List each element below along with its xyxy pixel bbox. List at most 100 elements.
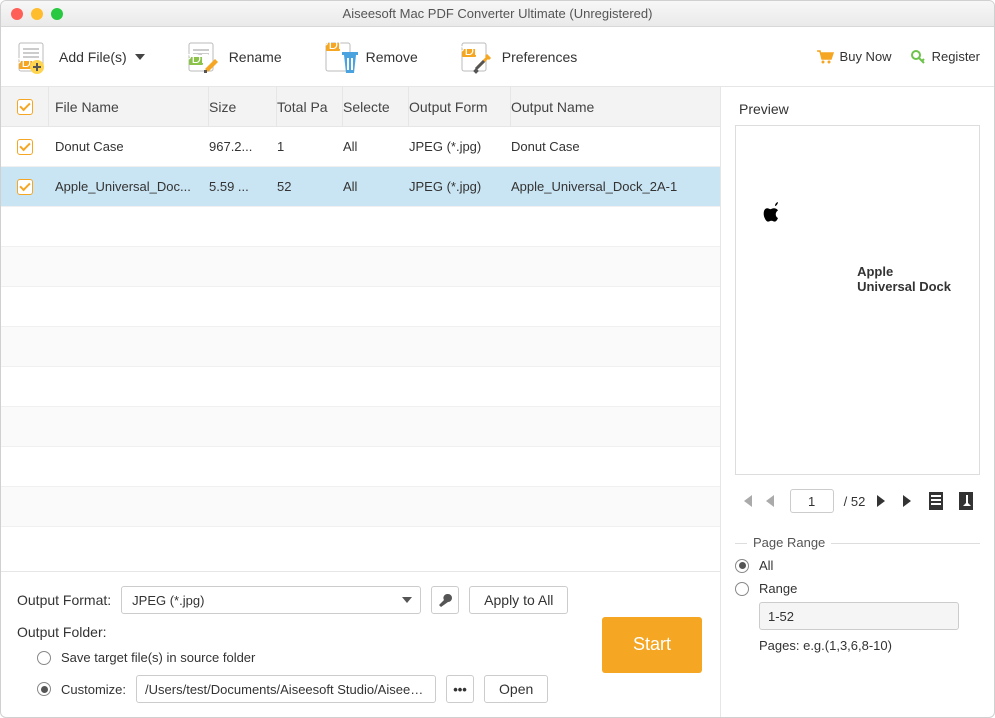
customize-label: Customize: [61,682,126,697]
svg-text:PDF: PDF [458,43,482,58]
empty-row [1,327,720,367]
table-row[interactable]: Donut Case 967.2... 1 All JPEG (*.jpg) D… [1,127,720,167]
apply-to-all-button[interactable]: Apply to All [469,586,568,614]
page-range-range-label: Range [759,581,797,596]
header-total-pages[interactable]: Total Pa [277,87,343,126]
add-file-icon: PDF [15,39,51,75]
header-size[interactable]: Size [209,87,277,126]
customize-option[interactable]: Customize: /Users/test/Documents/Aiseeso… [37,675,704,703]
last-page-button[interactable] [901,493,917,509]
remove-button[interactable]: PDF Remove [322,39,418,75]
save-in-source-label: Save target file(s) in source folder [61,650,255,665]
window-title: Aiseesoft Mac PDF Converter Ultimate (Un… [1,6,994,21]
empty-row [1,407,720,447]
rename-icon: PDF [185,39,221,75]
snapshot-button[interactable] [927,490,947,512]
zoom-window-button[interactable] [51,8,63,20]
cell-format: JPEG (*.jpg) [409,139,511,154]
page-range-hint: Pages: e.g.(1,3,6,8-10) [759,638,980,653]
right-pane: Preview Apple Universal Dock [721,87,994,717]
preferences-button[interactable]: PDF Preferences [458,39,577,75]
customize-path-value: /Users/test/Documents/Aiseesoft Studio/A… [145,682,427,697]
titlebar: Aiseesoft Mac PDF Converter Ultimate (Un… [1,1,994,27]
cell-selected: All [343,179,409,194]
left-pane: File Name Size Total Pa Selecte Output F… [1,87,721,717]
empty-row [1,247,720,287]
cell-total: 52 [277,179,343,194]
row-checkbox[interactable] [17,179,33,195]
cell-selected: All [343,139,409,154]
cell-output-name: Apple_Universal_Dock_2A-1 [511,179,720,194]
cell-size: 5.59 ... [209,179,277,194]
output-folder-label: Output Folder: [17,624,704,640]
table-row[interactable]: Apple_Universal_Doc... 5.59 ... 52 All J… [1,167,720,207]
open-folder-button[interactable]: Open [484,675,548,703]
empty-row [1,447,720,487]
radio-icon [735,559,749,573]
page-range-range-option[interactable]: Range [735,581,980,596]
rename-button[interactable]: PDF Rename [185,39,282,75]
output-panel: Output Format: JPEG (*.jpg) Apply to All… [1,571,720,717]
main-toolbar: PDF Add File(s) PDF Rename PDF Remove PD… [1,27,994,87]
preview-doc-title: Apple Universal Dock [857,264,951,294]
cell-total: 1 [277,139,343,154]
buy-now-label: Buy Now [840,49,892,64]
cell-size: 967.2... [209,139,277,154]
preferences-label: Preferences [502,49,577,65]
apple-logo-icon [760,200,782,226]
app-window: Aiseesoft Mac PDF Converter Ultimate (Un… [0,0,995,718]
output-format-value: JPEG (*.jpg) [132,593,204,608]
minimize-window-button[interactable] [31,8,43,20]
customize-path-field[interactable]: /Users/test/Documents/Aiseesoft Studio/A… [136,675,436,703]
radio-icon [37,682,51,696]
output-format-label: Output Format: [17,592,111,608]
wrench-icon [438,593,452,607]
preview-pager: / 52 [735,489,980,513]
format-settings-button[interactable] [431,586,459,614]
start-button[interactable]: Start [602,617,702,673]
output-format-select[interactable]: JPEG (*.jpg) [121,586,421,614]
remove-icon: PDF [322,39,358,75]
total-pages-label: / 52 [844,494,866,509]
cart-icon [816,49,834,65]
extract-page-button[interactable] [957,490,977,512]
next-page-button[interactable] [875,493,891,509]
browse-button[interactable]: ••• [446,675,474,703]
select-all-checkbox[interactable] [17,99,33,115]
add-files-button[interactable]: PDF Add File(s) [15,39,145,75]
header-selected[interactable]: Selecte [343,87,409,126]
radio-icon [37,651,51,665]
page-range-input[interactable]: 1-52 [759,602,959,630]
buy-now-link[interactable]: Buy Now [816,49,892,65]
header-output-format[interactable]: Output Form [409,87,511,126]
add-files-label: Add File(s) [59,49,127,65]
radio-icon [735,582,749,596]
row-checkbox[interactable] [17,139,33,155]
header-filename[interactable]: File Name [49,87,209,126]
empty-row [1,207,720,247]
svg-text:PDF: PDF [322,39,346,52]
page-range-all-label: All [759,558,773,573]
page-range-legend: Page Range [747,535,831,550]
remove-label: Remove [366,49,418,65]
preview-label: Preview [739,101,980,117]
svg-text:PDF: PDF [185,51,209,66]
register-link[interactable]: Register [910,49,980,65]
file-table: File Name Size Total Pa Selecte Output F… [1,87,720,571]
rename-label: Rename [229,49,282,65]
page-range-all-option[interactable]: All [735,558,980,573]
page-number-input[interactable] [790,489,834,513]
window-controls [1,8,63,20]
empty-row [1,287,720,327]
page-range-placeholder: 1-52 [768,609,794,624]
prev-page-button[interactable] [764,493,780,509]
register-label: Register [932,49,980,64]
header-output-name[interactable]: Output Name [511,87,720,126]
cell-filename: Apple_Universal_Doc... [49,179,209,194]
empty-row [1,367,720,407]
cell-output-name: Donut Case [511,139,720,154]
close-window-button[interactable] [11,8,23,20]
first-page-button[interactable] [738,493,754,509]
preview-box: Apple Universal Dock [735,125,980,475]
empty-row [1,487,720,527]
